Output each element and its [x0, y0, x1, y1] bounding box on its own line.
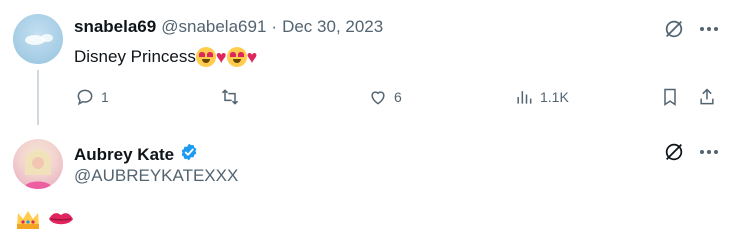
tweet1-text: Disney Princess	[74, 47, 196, 66]
reply-count: 1	[101, 89, 109, 105]
like-count: 6	[394, 89, 402, 105]
like-icon	[371, 91, 385, 105]
tweet1-text-row: Disney Princess ♥ ♥	[74, 47, 257, 67]
verified-badge-icon[interactable]	[179, 142, 199, 167]
tweet2-header: Aubrey Kate	[74, 142, 199, 167]
avatar-image	[25, 34, 53, 45]
bookmark-icon	[664, 88, 676, 106]
bookmark-button[interactable]	[660, 87, 680, 107]
thread-connector-line	[37, 70, 39, 125]
tweet1-display-name[interactable]: snabela69	[74, 17, 156, 37]
grok-icon[interactable]	[663, 18, 685, 45]
avatar-image	[23, 149, 53, 189]
like-button[interactable]: 6	[368, 87, 402, 107]
views-button[interactable]: 1.1K	[514, 87, 569, 107]
views-icon	[517, 91, 532, 104]
reply-icon	[77, 89, 93, 106]
avatar-aubrey-kate[interactable]	[13, 139, 63, 189]
red-heart-emoji: ♥	[215, 47, 227, 67]
kiss-lips-emoji	[49, 213, 73, 225]
tweet2-handle[interactable]: @AUBREYKATEXXX	[74, 166, 238, 186]
share-icon	[700, 88, 714, 105]
tweet2-display-name[interactable]: Aubrey Kate	[74, 145, 174, 165]
red-heart-emoji: ♥	[246, 47, 258, 67]
tweet1-date[interactable]: Dec 30, 2023	[282, 17, 383, 37]
tweet2-handle-row: @AUBREYKATEXXX	[74, 166, 238, 186]
share-button[interactable]	[697, 87, 717, 107]
more-icon[interactable]	[700, 27, 718, 31]
avatar-snabela69[interactable]	[13, 14, 63, 64]
tweet1-separator: ·	[271, 17, 278, 36]
more-icon[interactable]	[700, 150, 718, 154]
reply-button[interactable]: 1	[75, 87, 109, 107]
views-count: 1.1K	[540, 89, 569, 105]
retweet-icon	[221, 89, 239, 105]
crown-emoji	[17, 211, 39, 229]
grok-icon[interactable]	[663, 141, 685, 168]
retweet-button[interactable]	[220, 87, 240, 107]
tweet2-text-row	[15, 208, 75, 230]
tweet1-header: snabela69 @snabela691 · Dec 30, 2023	[74, 17, 383, 37]
heart-eyes-emoji	[195, 47, 216, 67]
tweet1-handle[interactable]: @snabela691	[161, 17, 266, 37]
heart-eyes-emoji	[226, 47, 247, 67]
